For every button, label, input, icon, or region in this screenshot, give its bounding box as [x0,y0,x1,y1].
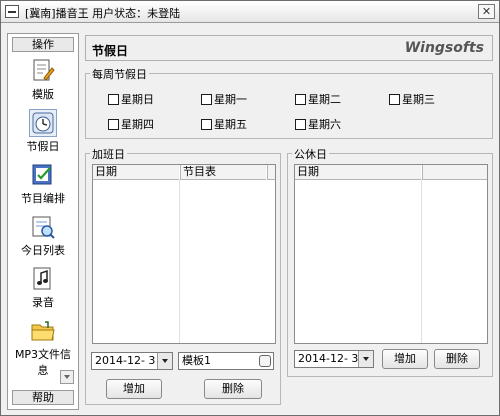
sidebar: 操作 模版 节假日 节目编排 今日列表 录音 MP3文件信息 帮助 [7,33,79,410]
chevron-down-icon[interactable] [358,351,373,367]
checkbox-label: 星期六 [308,118,341,131]
sidebar-item-label: 模版 [32,88,54,101]
sidebar-item-label: 节假日 [26,140,60,153]
checkbox-box[interactable] [108,118,119,130]
app-window: [冀南]播音王 用户状态：未登陆 ✕ 操作 模版 节假日 节目编排 今日列表 录… [0,0,500,416]
restday-group: 公休日 日期 2014-12- 3 增加 删除 [287,146,493,377]
sidebar-item-label: 节目编排 [21,192,65,205]
sidebar-header: 操作 [12,37,74,52]
checkbox-friday[interactable]: 星期五 [201,116,247,131]
close-button[interactable]: ✕ [478,4,495,19]
sidebar-item-today-list[interactable]: 今日列表 [10,214,76,264]
checkbox-box[interactable] [201,118,212,130]
restday-delete-button[interactable]: 删除 [434,349,480,369]
column-divider [179,180,180,343]
restday-date-picker[interactable]: 2014-12- 3 [294,350,374,368]
checkbox-box[interactable] [201,93,212,105]
holiday-icon [29,109,57,137]
template-icon [33,59,55,81]
checkbox-label: 星期日 [121,93,154,106]
sidebar-item-recording[interactable]: 录音 [10,266,76,316]
checkbox-label: 星期一 [214,93,247,106]
checkbox-label: 星期三 [402,93,435,106]
sidebar-item-schedule[interactable]: 节目编排 [10,162,76,212]
recording-icon [33,267,51,290]
page-header: 节假日 Wingsofts [85,35,493,61]
checkbox-thursday[interactable]: 星期四 [108,116,154,131]
checkbox-box[interactable] [295,118,306,130]
sidebar-scroll-down-button[interactable] [60,370,74,384]
checkbox-box[interactable] [389,93,400,105]
sidebar-item-mp3-info[interactable]: MP3文件信息 [10,318,76,377]
sidebar-item-label: 录音 [32,296,54,309]
workday-date-picker[interactable]: 2014-12- 3 [91,352,173,370]
workday-group: 加班日 日期 节目表 2014-12- 3 模板1 增加 删除 [85,146,281,405]
date-value: 2014-12- 3 [95,354,156,367]
checkbox-label: 星期四 [121,118,154,131]
checkbox-label: 星期二 [308,93,341,106]
template-value: 模板1 [182,354,211,367]
brand-logo: Wingsofts [404,40,484,56]
weekly-holidays-group: 每周节假日 星期日 星期一 星期二 星期三 星期四 星期五 星期六 [85,66,493,139]
column-header-program[interactable]: 节目表 [180,165,266,180]
restday-add-button[interactable]: 增加 [382,349,428,369]
workday-delete-button[interactable]: 删除 [204,379,262,399]
system-menu-icon[interactable] [5,5,19,18]
group-legend: 加班日 [90,146,127,162]
page-title: 节假日 [92,44,129,58]
template-select[interactable]: 模板1 [178,352,274,370]
browse-template-button[interactable] [259,355,271,367]
chevron-down-icon[interactable] [157,353,172,369]
checkbox-label: 星期五 [214,118,247,131]
sidebar-footer-help[interactable]: 帮助 [12,390,74,405]
mp3-folder-icon [31,321,55,341]
checkbox-tuesday[interactable]: 星期二 [295,91,341,106]
column-header-filler [422,165,487,180]
sidebar-item-template[interactable]: 模版 [10,58,76,108]
workday-list[interactable]: 日期 节目表 [92,164,276,344]
checkbox-sunday[interactable]: 星期日 [108,91,154,106]
schedule-icon [32,164,52,185]
restday-list[interactable]: 日期 [294,164,488,344]
column-divider [421,180,422,343]
sidebar-item-label: 今日列表 [21,244,65,257]
title-bar[interactable]: [冀南]播音王 用户状态：未登陆 ✕ [1,1,499,23]
checkbox-wednesday[interactable]: 星期三 [389,91,435,106]
sidebar-item-holiday[interactable]: 节假日 [10,109,76,160]
checkbox-saturday[interactable]: 星期六 [295,116,341,131]
column-header-date[interactable]: 日期 [93,165,179,180]
today-list-icon [32,216,55,239]
checkbox-box[interactable] [108,93,119,105]
group-legend: 公休日 [292,146,329,162]
group-legend: 每周节假日 [90,66,149,82]
window-title: [冀南]播音王 用户状态：未登陆 [25,7,181,20]
workday-add-button[interactable]: 增加 [106,379,162,399]
date-value: 2014-12- 3 [298,352,359,365]
column-header-date[interactable]: 日期 [295,165,421,180]
column-header-filler [267,165,275,180]
checkbox-box[interactable] [295,93,306,105]
checkbox-monday[interactable]: 星期一 [201,91,247,106]
